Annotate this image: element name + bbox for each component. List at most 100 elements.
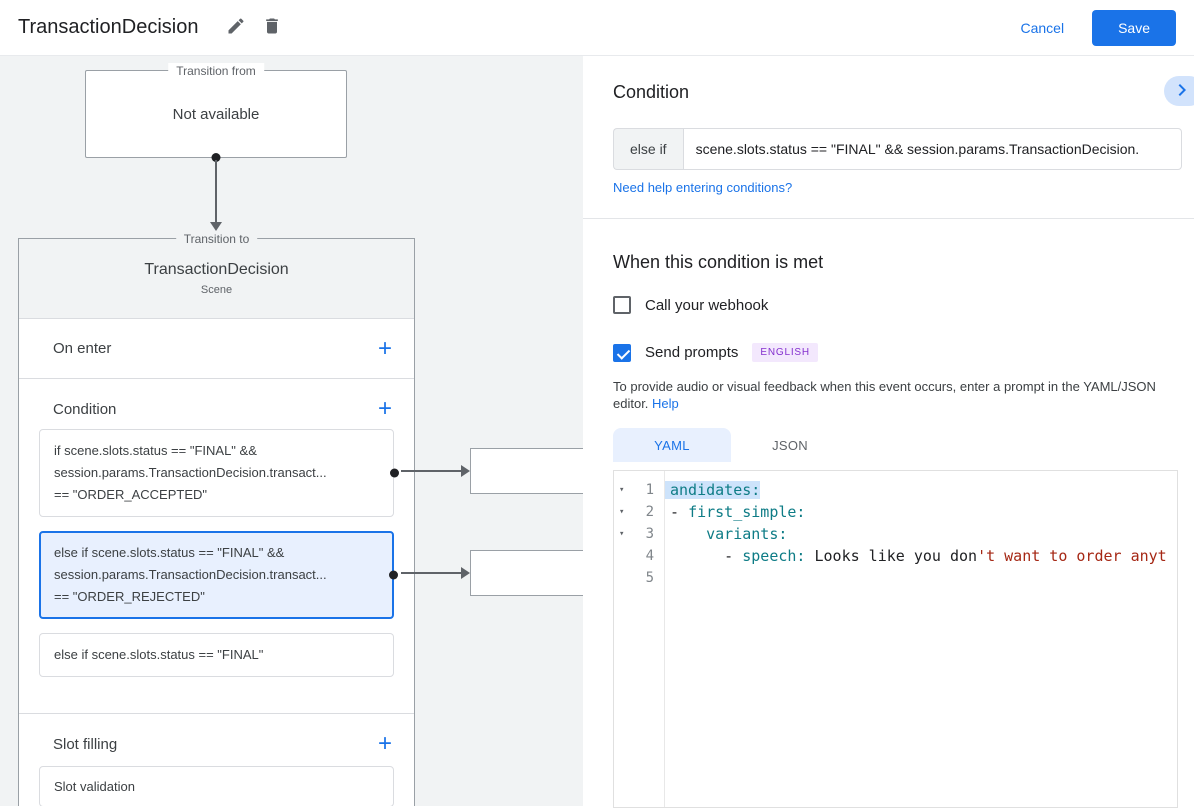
send-prompts-label: Send prompts [645,344,739,361]
line-number: 1 [645,482,654,498]
code-text: variants: [664,525,787,543]
header-left: TransactionDecision [18,10,290,45]
transition-from-box[interactable]: Transition from Not available [85,63,347,162]
line-number: 5 [645,570,654,586]
scene-title: TransactionDecision [144,261,289,278]
transition-target-box[interactable] [470,448,583,494]
edit-title-button[interactable] [218,10,254,45]
condition-text: else if scene.slots.status == "FINAL" && [54,545,285,560]
arrow-right-icon [461,567,470,579]
cancel-button[interactable]: Cancel [1020,20,1064,36]
condition-connector-line [401,572,462,574]
delete-scene-button[interactable] [254,10,290,45]
condition-section-head: Condition + [19,391,414,427]
condition-input[interactable] [682,128,1182,170]
panel-title: Condition [613,82,690,102]
on-enter-row: On enter + [19,319,414,379]
send-prompts-checkbox[interactable] [613,343,631,362]
save-button[interactable]: Save [1092,9,1176,46]
pencil-icon [226,16,246,39]
page-title: TransactionDecision [18,16,199,38]
transition-from-value: Not available [172,105,260,123]
condition-section: Condition + if scene.slots.status == "FI… [19,379,414,714]
code-text: andidates: [664,481,761,499]
chevron-right-icon [1170,78,1194,105]
editor-gutter: ▾ 2 [614,501,664,523]
condition-text: session.params.TransactionDecision.trans… [54,465,327,480]
code-segment: speech: [742,547,806,565]
condition-text: == "ORDER_ACCEPTED" [54,487,207,502]
condition-section-label: Condition [53,400,117,418]
editor-tabs: YAML JSON [613,428,849,462]
webhook-label: Call your webhook [645,296,769,314]
tab-json[interactable]: JSON [731,428,849,462]
slot-filling-label: Slot filling [53,735,118,753]
yaml-editor[interactable]: ▾ 1 andidates: ▾ 2 - first_simple: ▾ 3 v… [613,470,1178,808]
code-line[interactable]: ▾ 3 variants: [614,523,1177,545]
plus-icon: + [377,395,392,422]
plus-icon: + [377,334,392,362]
condition-text: session.params.TransactionDecision.trans… [54,567,327,582]
add-on-enter-button[interactable]: + [376,334,394,362]
condition-card-rejected[interactable]: else if scene.slots.status == "FINAL" &&… [39,531,398,619]
slot-validation-card[interactable]: Slot validation [39,766,394,806]
connector-dot [390,468,399,478]
code-line[interactable]: ▾ 1 andidates: [614,479,1177,501]
feedback-sentence: To provide audio or visual feedback when… [613,379,1156,411]
code-line[interactable]: 4 - speech: Looks like you don't want to… [614,545,1177,567]
slot-filling-section-head: Slot filling + [19,726,414,762]
panel-divider [583,218,1194,219]
header-right: Cancel Save [1020,9,1176,46]
condition-text: == "ORDER_REJECTED" [54,589,205,604]
add-condition-button[interactable]: + [376,397,394,421]
header: TransactionDecision Cancel Save [0,0,1194,56]
connector-dot [389,570,398,580]
collapse-panel-button[interactable] [1164,76,1194,106]
arrow-down-icon [210,222,222,231]
help-link[interactable]: Help [652,396,679,411]
scene-card-header[interactable]: TransactionDecision Scene [19,239,414,319]
arrow-right-icon [461,465,470,477]
add-slot-button[interactable]: + [376,732,394,756]
condition-editor-panel: Condition else if Need help entering con… [583,56,1194,808]
tab-yaml[interactable]: YAML [613,428,731,462]
fold-arrow-icon[interactable]: ▾ [619,507,624,517]
condition-prefix-label: else if [613,128,683,170]
condition-help-link[interactable]: Need help entering conditions? [613,180,792,195]
code-line[interactable]: 5 [614,567,1177,589]
condition-text: if scene.slots.status == "FINAL" && [54,443,257,458]
condition-input-row: else if [613,128,1182,170]
line-number: 3 [645,526,654,542]
editor-gutter: ▾ 1 [614,479,664,501]
line-number: 2 [645,504,654,520]
transition-target-box[interactable] [470,550,583,596]
code-line[interactable]: ▾ 2 - first_simple: [614,501,1177,523]
condition-card-accepted[interactable]: if scene.slots.status == "FINAL" && sess… [39,429,399,517]
transition-to-card: Transition to TransactionDecision Scene … [18,231,415,806]
transition-connector-line [215,160,217,222]
scene-canvas: Transition from Not available Transition… [0,56,583,806]
transition-from-label: Transition from [168,63,264,79]
code-segment: andidates: [670,481,761,499]
condition-card-final[interactable]: else if scene.slots.status == "FINAL" [39,633,394,677]
scene-subtitle: Scene [200,284,233,296]
webhook-row: Call your webhook [613,296,768,314]
code-text: - speech: Looks like you don't want to o… [664,547,1167,565]
language-badge: ENGLISH [752,343,818,362]
webhook-checkbox[interactable] [613,296,631,314]
send-prompts-row: Send prompts ENGLISH [613,343,818,362]
fold-arrow-icon[interactable]: ▾ [619,529,624,539]
code-segment: Looks like you don [805,547,978,565]
when-met-heading: When this condition is met [613,252,824,272]
condition-connector-line [401,470,462,472]
on-enter-label: On enter [53,340,112,357]
editor-gutter: ▾ 3 [614,523,664,545]
code-segment: - [670,547,743,565]
code-segment: 't want to order anyt [977,547,1167,565]
plus-icon: + [377,730,392,757]
condition-text: else if scene.slots.status == "FINAL" [54,647,264,662]
editor-gutter: 4 [614,545,664,567]
line-number: 4 [645,548,654,564]
fold-arrow-icon[interactable]: ▾ [619,485,624,495]
